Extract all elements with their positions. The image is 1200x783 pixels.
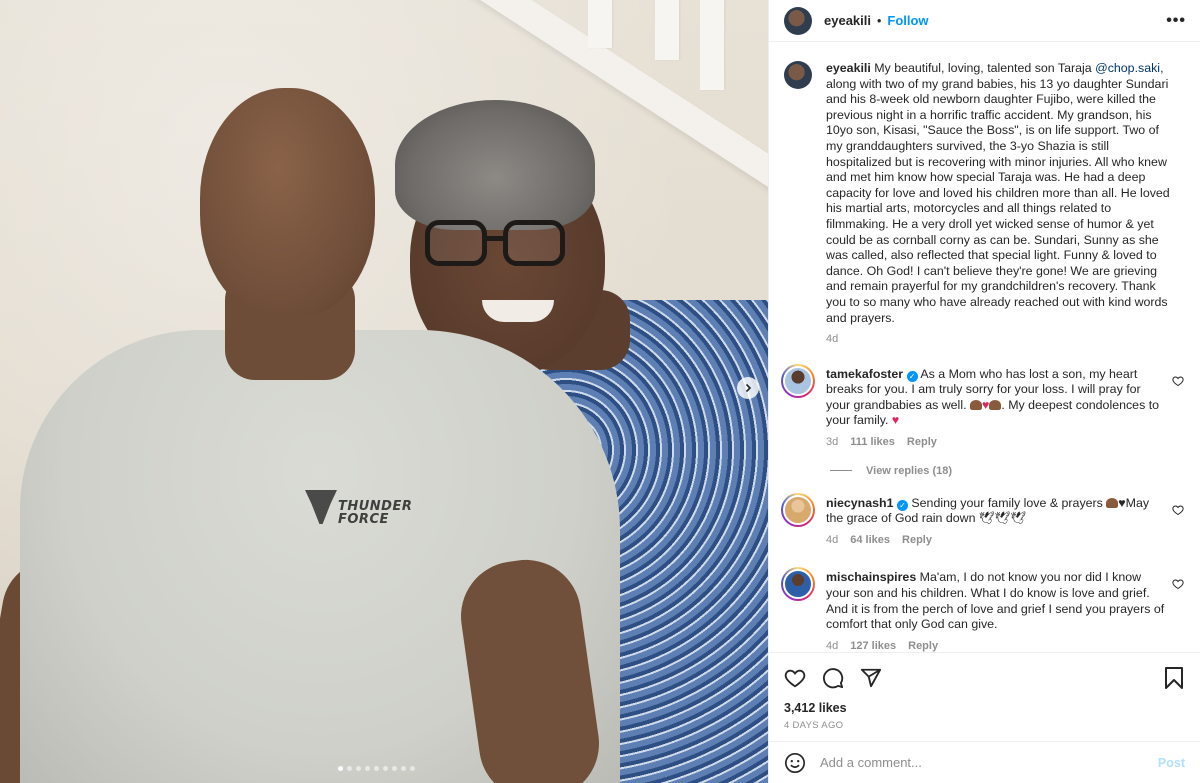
commenter-username[interactable]: niecynash1 [826,496,894,510]
shirt-logo-text: THUNDER FORCE [338,499,413,527]
follow-button[interactable]: Follow [887,13,928,28]
commenter-avatar [783,494,813,525]
carousel-dot [338,766,343,771]
praying-hands-emoji-icon [989,399,1002,410]
instagram-post: THUNDER FORCE eyeakili • Follow ••• eyea… [0,0,1200,783]
carousel-dot [383,766,388,771]
carousel-next-button[interactable] [737,377,759,399]
woman-glasses [425,220,570,280]
carousel-dot [410,766,415,771]
commenter-avatar [783,365,813,396]
praying-hands-emoji-icon [969,399,982,410]
like-comment-heart-icon[interactable] [1172,375,1184,387]
verified-badge-icon: ✓ [906,370,918,382]
stair-baluster [655,0,679,60]
commenter-avatar-ring[interactable] [781,363,815,398]
heart-emoji-icon: ♥ [981,397,990,412]
comment-composer: Post [769,741,1200,783]
emoji-icon[interactable] [784,752,806,774]
like-comment-heart-icon[interactable] [1172,504,1184,516]
woman-smile [482,300,554,322]
comment-likes[interactable]: 111 likes [850,435,895,451]
post-comment-button[interactable]: Post [1158,756,1185,770]
post-actions-section: 3,412 likes 4 DAYS AGO [769,652,1200,731]
chevron-right-icon [745,383,752,393]
replies-divider [830,470,852,472]
commenter-avatar [783,569,813,600]
comment-text: mischainspires Ma'am, I do not know you … [826,570,1165,632]
carousel-dot [374,766,379,771]
commenter-avatar-ring[interactable] [781,567,815,602]
share-icon[interactable] [860,667,882,689]
comment-age: 4d [826,639,839,652]
like-comment-heart-icon[interactable] [1172,578,1184,590]
post-likes-count[interactable]: 3,412 likes [784,701,1184,715]
post-sidebar: eyeakili • Follow ••• eyeakili My beauti… [768,0,1200,783]
reply-button[interactable]: Reply [902,533,932,549]
stair-baluster [588,0,612,48]
comments-list[interactable]: eyeakili My beautiful, loving, talented … [769,43,1200,652]
comment-item: niecynash1 ✓ Sending your family love & … [781,492,1184,549]
author-username[interactable]: eyeakili [824,13,871,28]
comment-item: mischainspires Ma'am, I do not know you … [781,567,1184,652]
comment-likes[interactable]: 64 likes [850,533,890,549]
commenter-avatar-ring[interactable] [781,492,815,527]
stair-baluster [700,0,724,90]
carousel-dot [365,766,370,771]
mention-link[interactable]: @chop.saki [1095,61,1160,75]
comment-age: 3d [826,436,839,449]
reply-button[interactable]: Reply [908,639,938,652]
caption-username[interactable]: eyeakili [826,61,871,75]
author-avatar[interactable] [784,6,812,35]
post-caption: eyeakili My beautiful, loving, talented … [784,61,1184,348]
caption-text: eyeakili My beautiful, loving, talented … [826,61,1170,325]
action-bar [784,666,1184,690]
comment-age: 4d [826,533,839,546]
post-date: 4 DAYS AGO [784,720,844,731]
view-replies-button[interactable]: View replies (18) [830,465,1184,477]
carousel-dot [392,766,397,771]
comment-likes[interactable]: 127 likes [850,639,896,652]
caption-age: 4d [826,333,839,346]
praying-hands-emoji-icon [1106,497,1119,508]
comment-item: tamekafoster ✓ As a Mom who has lost a s… [781,363,1184,451]
comment-icon[interactable] [822,667,844,689]
comment-text: niecynash1 ✓ Sending your family love & … [826,495,1150,526]
commenter-username[interactable]: tamekafoster [826,367,903,381]
heart-emoji-icon: ♥ [891,413,900,428]
caption-avatar[interactable] [784,61,812,89]
heart-icon[interactable] [784,667,806,689]
carousel-dot [347,766,352,771]
commenter-username[interactable]: mischainspires [826,570,916,584]
carousel-dot [356,766,361,771]
man-face [200,88,375,318]
comment-input[interactable] [820,755,1158,770]
more-options-button[interactable]: ••• [1166,12,1186,30]
bookmark-icon[interactable] [1164,667,1184,689]
verified-badge-icon: ✓ [896,499,908,511]
post-photo[interactable]: THUNDER FORCE [0,0,768,783]
comment-text: tamekafoster ✓ As a Mom who has lost a s… [826,366,1160,428]
header-separator: • [877,13,882,28]
carousel-indicator [338,766,415,771]
carousel-dot [401,766,406,771]
woman-hair [395,100,595,230]
post-header: eyeakili • Follow ••• [769,0,1200,42]
reply-button[interactable]: Reply [907,435,937,451]
